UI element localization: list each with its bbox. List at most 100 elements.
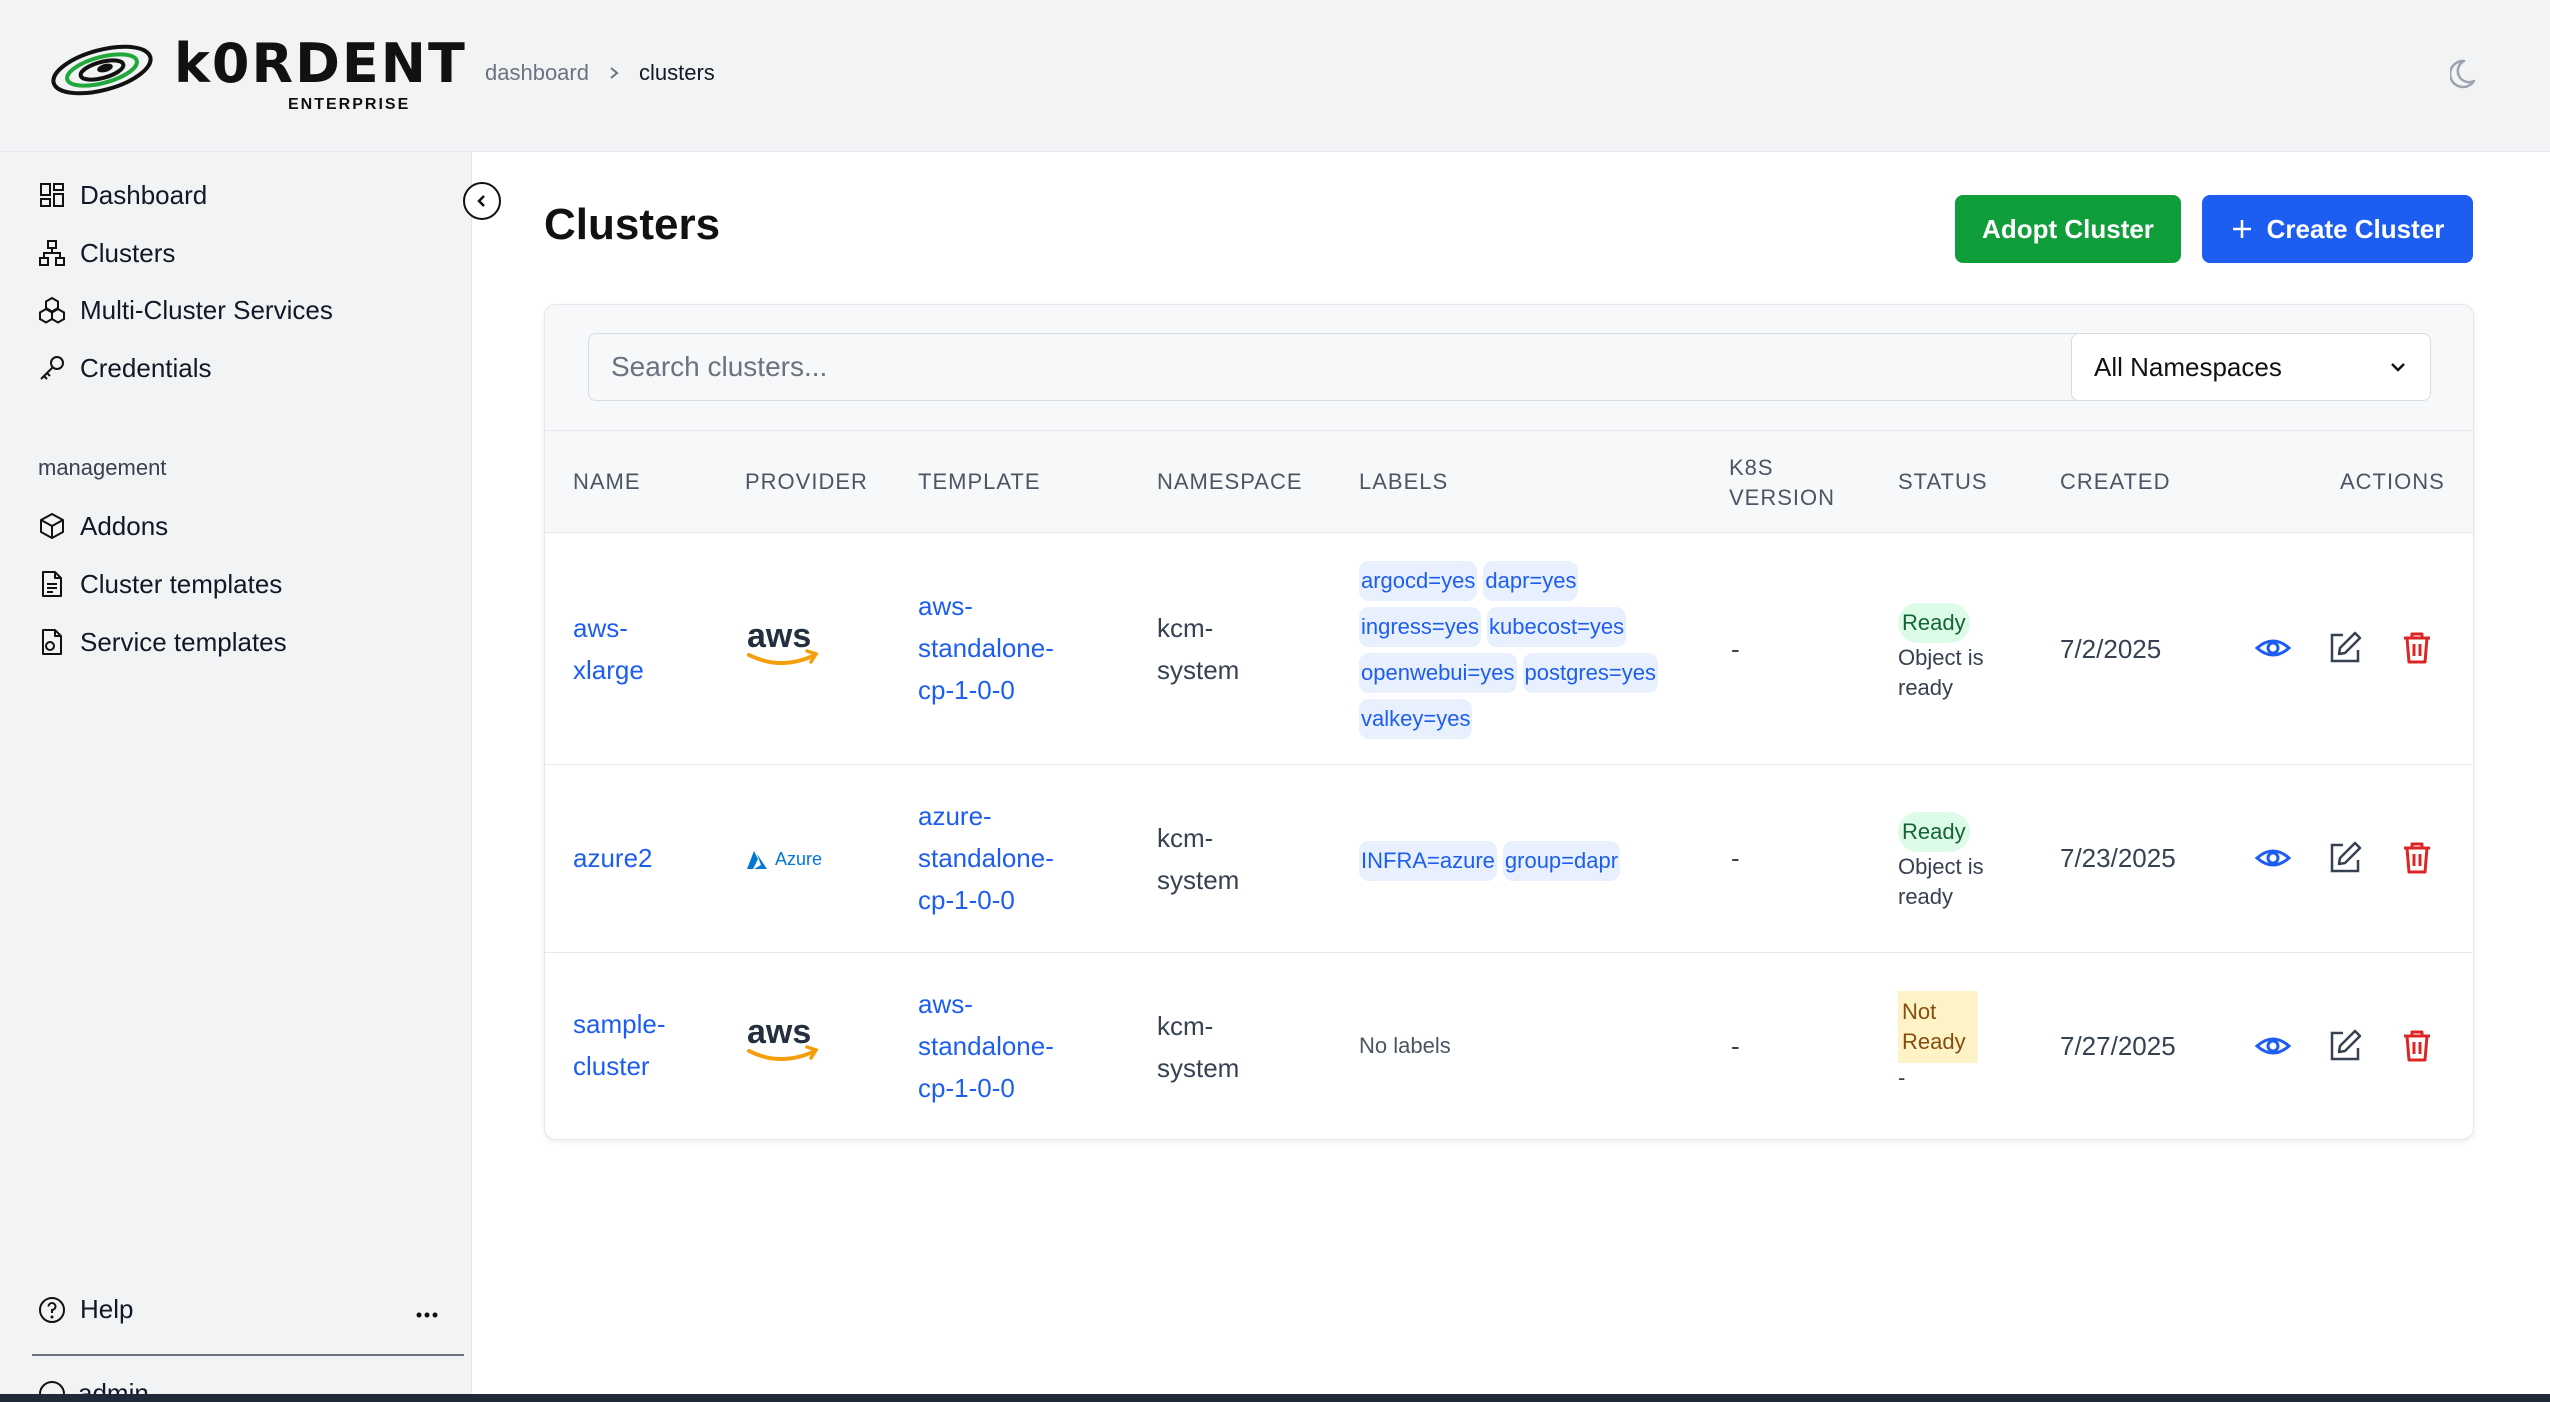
- cluster-icon: [39, 240, 65, 266]
- header-status[interactable]: STATUS: [1898, 467, 1988, 497]
- status-badge: Ready: [1898, 603, 1970, 643]
- cluster-name-link[interactable]: azure2: [573, 837, 653, 879]
- sidebar-item-service-templates[interactable]: Service templates: [38, 622, 287, 662]
- cluster-name-link[interactable]: sample-cluster: [573, 1003, 693, 1087]
- adopt-cluster-button[interactable]: Adopt Cluster: [1955, 195, 2181, 263]
- labels-cell: argocd=yes dapr=yes ingress=yes kubecost…: [1359, 561, 1689, 739]
- template-link[interactable]: aws-standalone-cp-1-0-0: [918, 585, 1088, 711]
- dashboard-icon: [40, 183, 64, 207]
- header-namespace[interactable]: NAMESPACE: [1157, 467, 1303, 497]
- no-labels-text: No labels: [1359, 1033, 1451, 1058]
- file-icon: [42, 571, 62, 597]
- more-options-icon[interactable]: [412, 1300, 442, 1330]
- namespace-select-value: All Namespaces: [2094, 351, 2282, 382]
- table-row: aws-xlarge aws aws-standalone-cp-1-0-0 k…: [545, 533, 2473, 765]
- status-cell: Ready Object is ready: [1898, 603, 1998, 703]
- chevron-down-icon: [2391, 363, 2405, 372]
- key-icon: [40, 356, 64, 380]
- search-input[interactable]: [588, 333, 2088, 401]
- header-k8s-version[interactable]: K8S VERSION: [1729, 453, 1839, 513]
- sidebar-item-label: Addons: [80, 510, 169, 541]
- svg-text:aws: aws: [747, 617, 811, 655]
- file-gear-icon: [42, 629, 62, 655]
- label-chip: valkey=yes: [1359, 699, 1473, 739]
- namespace-select[interactable]: All Namespaces: [2071, 333, 2431, 401]
- sidebar-help[interactable]: Help: [38, 1294, 133, 1325]
- provider-name: Azure: [775, 849, 823, 869]
- kordent-logo-icon: [51, 44, 153, 96]
- edit-pencil-icon[interactable]: [2327, 1028, 2363, 1064]
- edit-pencil-icon[interactable]: [2327, 840, 2363, 876]
- chevron-right-icon: [610, 67, 619, 79]
- created-cell: 7/27/2025: [2060, 1031, 2176, 1061]
- sidebar-item-addons[interactable]: Addons: [38, 506, 168, 546]
- svg-text:aws: aws: [747, 1013, 811, 1051]
- sidebar-item-label: Clusters: [80, 237, 176, 268]
- chevron-left-icon: [477, 195, 485, 207]
- aws-logo-icon: aws: [747, 1013, 819, 1061]
- create-cluster-label: Create Cluster: [2266, 213, 2445, 244]
- status-note: Object is ready: [1898, 854, 1984, 909]
- breadcrumb: dashboard clusters: [485, 60, 715, 86]
- label-chip: group=dapr: [1502, 841, 1621, 881]
- namespace-cell: kcm-system: [1157, 823, 1240, 895]
- sidebar-item-clusters[interactable]: Clusters: [38, 233, 175, 273]
- status-cell: Ready Object is ready: [1898, 812, 1998, 912]
- header-name[interactable]: NAME: [573, 467, 641, 497]
- sidebar-item-label: Service templates: [80, 626, 287, 657]
- status-note: -: [1898, 1065, 1906, 1090]
- delete-trash-icon[interactable]: [2399, 1028, 2435, 1064]
- table-row: sample-cluster aws aws-standalone-cp-1-0…: [545, 953, 2473, 1139]
- template-link[interactable]: azure-standalone-cp-1-0-0: [918, 795, 1088, 921]
- table-header: NAME PROVIDER TEMPLATE NAMESPACE LABELS …: [545, 431, 2473, 533]
- label-chip: INFRA=azure: [1359, 841, 1497, 881]
- header-labels[interactable]: LABELS: [1359, 467, 1448, 497]
- k8s-version-cell: -: [1731, 634, 1740, 664]
- label-chip: dapr=yes: [1483, 561, 1579, 601]
- brand-logo[interactable]: k0RDENT ENTERPRISE: [50, 32, 465, 122]
- theme-toggle-moon-icon[interactable]: [2450, 57, 2484, 91]
- sidebar: Dashboard Clusters Multi-Cluster Service…: [0, 152, 472, 1397]
- view-eye-icon[interactable]: [2255, 1028, 2291, 1064]
- edit-pencil-icon[interactable]: [2327, 630, 2363, 666]
- label-chip: openwebui=yes: [1359, 653, 1517, 693]
- header-provider[interactable]: PROVIDER: [745, 467, 868, 497]
- top-header: k0RDENT ENTERPRISE dashboard clusters: [0, 0, 2550, 152]
- labels-cell: INFRA=azure group=dapr: [1359, 841, 1689, 881]
- cluster-name-link[interactable]: aws-xlarge: [573, 607, 673, 691]
- delete-trash-icon[interactable]: [2399, 630, 2435, 666]
- azure-logo: Azure: [745, 849, 822, 870]
- create-cluster-button[interactable]: Create Cluster: [2202, 195, 2473, 263]
- table-row: azure2 Azure azure-standalone-cp-1-0-0 k…: [545, 765, 2473, 953]
- sidebar-collapse-button[interactable]: [463, 182, 501, 220]
- header-template[interactable]: TEMPLATE: [918, 467, 1041, 497]
- header-created[interactable]: CREATED: [2060, 467, 2171, 497]
- clusters-table-card: All Namespaces NAME PROVIDER TEMPLATE NA…: [544, 304, 2474, 1140]
- sidebar-item-label: Credentials: [80, 352, 212, 383]
- help-label: Help: [80, 1294, 134, 1324]
- sidebar-item-label: Dashboard: [80, 179, 208, 210]
- sidebar-item-cluster-templates[interactable]: Cluster templates: [38, 564, 282, 604]
- delete-trash-icon[interactable]: [2399, 840, 2435, 876]
- label-chip: postgres=yes: [1522, 653, 1658, 693]
- status-cell: Not Ready -: [1898, 991, 1978, 1093]
- sidebar-item-credentials[interactable]: Credentials: [38, 348, 212, 388]
- k8s-version-cell: -: [1731, 843, 1740, 873]
- created-cell: 7/2/2025: [2060, 634, 2162, 664]
- sidebar-item-multi-cluster-services[interactable]: Multi-Cluster Services: [38, 290, 333, 330]
- label-chip: argocd=yes: [1359, 561, 1478, 601]
- azure-icon: [747, 850, 767, 869]
- label-chip: ingress=yes: [1359, 607, 1482, 647]
- created-cell: 7/23/2025: [2060, 843, 2176, 873]
- sidebar-item-dashboard[interactable]: Dashboard: [38, 175, 207, 215]
- view-eye-icon[interactable]: [2255, 840, 2291, 876]
- k8s-version-cell: -: [1731, 1031, 1740, 1061]
- label-chip: kubecost=yes: [1487, 607, 1627, 647]
- breadcrumb-dashboard[interactable]: dashboard: [485, 60, 589, 86]
- namespace-cell: kcm-system: [1157, 1011, 1240, 1083]
- view-eye-icon[interactable]: [2255, 630, 2291, 666]
- template-link[interactable]: aws-standalone-cp-1-0-0: [918, 983, 1088, 1109]
- adopt-cluster-label: Adopt Cluster: [1982, 213, 2154, 244]
- box-icon: [40, 513, 64, 539]
- help-circle-icon: [39, 1296, 65, 1323]
